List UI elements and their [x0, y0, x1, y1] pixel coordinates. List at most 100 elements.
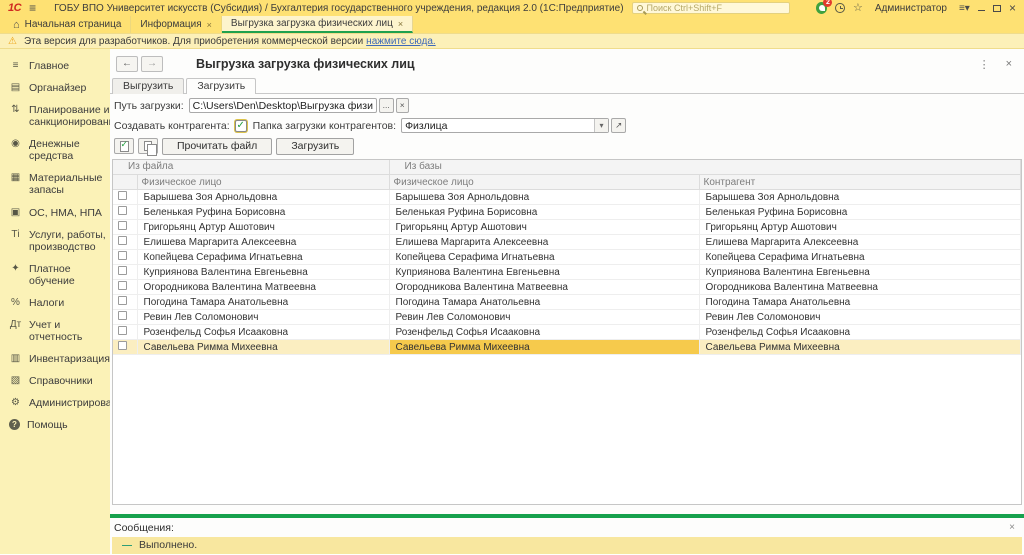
global-search[interactable]	[631, 2, 791, 14]
row-checkbox[interactable]	[118, 311, 127, 321]
table-row[interactable]: Погодина Тамара Анатольевна Погодина Тама…	[113, 294, 1021, 311]
cell-from-base[interactable]: Беленькая Руфина Борисовна	[389, 204, 700, 221]
tab-home[interactable]: ⌂ Начальная страница	[4, 16, 132, 33]
cell-from-base[interactable]: Григорьянц Артур Ашотович	[389, 219, 700, 236]
column-header-flag[interactable]	[113, 174, 138, 191]
column-header-contractor[interactable]: Контрагент	[699, 174, 1021, 191]
cell-from-base[interactable]: Огородникова Валентина Матвеевна	[389, 279, 700, 296]
cell-from-file[interactable]: Ревин Лев Соломонович	[137, 309, 390, 326]
group-header-from-base[interactable]: Из базы	[389, 159, 1021, 176]
column-header-person-base[interactable]: Физическое лицо	[389, 174, 700, 191]
table-row[interactable]: Ревин Лев Соломонович Ревин Лев Соломонов…	[113, 309, 1021, 326]
browse-button[interactable]: ...	[378, 98, 394, 114]
search-input[interactable]	[646, 3, 786, 13]
load-button[interactable]: Загрузить	[276, 137, 355, 155]
table-row[interactable]: Савельева Римма Михеевна Савельева Римма …	[113, 339, 1021, 356]
read-file-button[interactable]: Прочитать файл	[162, 137, 273, 155]
sidebar-item[interactable]: ▧ Справочники	[0, 370, 110, 392]
cell-from-base[interactable]: Елишева Маргарита Алексеевна	[389, 234, 700, 251]
cell-from-file[interactable]: Копейцева Серафима Игнатьевна	[137, 249, 390, 266]
form-close-icon[interactable]: ×	[1006, 58, 1012, 70]
cell-from-file[interactable]: Огородникова Валентина Матвеевна	[137, 279, 390, 296]
sidebar-item[interactable]: ≡ Главное	[0, 55, 110, 77]
back-button[interactable]: ←	[116, 56, 138, 73]
table-row[interactable]: Беленькая Руфина Борисовна Беленькая Руфи…	[113, 204, 1021, 221]
minimize-button[interactable]	[977, 10, 986, 11]
table-row[interactable]: Копейцева Серафима Игнатьевна Копейцева С…	[113, 249, 1021, 266]
path-input[interactable]	[188, 98, 377, 114]
group-header-from-file[interactable]: Из файла	[113, 159, 390, 176]
service-menu-icon[interactable]: ≡▾	[959, 3, 970, 14]
tab-close-icon[interactable]: ×	[398, 19, 403, 29]
tab-person-export[interactable]: Выгрузка загрузка физических лиц ×	[221, 16, 414, 33]
cell-from-base[interactable]: Савельева Римма Михеевна	[389, 339, 700, 356]
close-button[interactable]: ×	[1009, 2, 1016, 14]
sidebar-item[interactable]: Тi Услуги, работы, производство	[0, 224, 110, 258]
cell-contractor[interactable]: Куприянова Валентина Евгеньевна	[699, 264, 1021, 281]
cell-from-base[interactable]: Копейцева Серафима Игнатьевна	[389, 249, 700, 266]
check-all-button[interactable]: ✓	[114, 138, 134, 155]
sidebar-item[interactable]: ✦ Платное обучение	[0, 258, 110, 292]
row-checkbox[interactable]	[118, 251, 127, 261]
dropdown-icon[interactable]: ▾	[594, 119, 609, 133]
cell-from-base[interactable]: Куприянова Валентина Евгеньевна	[389, 264, 700, 281]
history-icon[interactable]	[835, 3, 845, 13]
cell-from-base[interactable]: Погодина Тамара Анатольевна	[389, 294, 700, 311]
sidebar-item[interactable]: ◉ Денежные средства	[0, 133, 110, 167]
column-header-person-file[interactable]: Физическое лицо	[137, 174, 390, 191]
table-row[interactable]: Куприянова Валентина Евгеньевна Куприянов…	[113, 264, 1021, 281]
sidebar-item[interactable]: ? Помощь	[0, 414, 110, 436]
row-checkbox[interactable]	[118, 341, 127, 351]
row-checkbox[interactable]	[118, 296, 127, 306]
cell-from-base[interactable]: Ревин Лев Соломонович	[389, 309, 700, 326]
message-item[interactable]: — Выполнено.	[112, 536, 1022, 554]
row-checkbox[interactable]	[118, 326, 127, 336]
cell-from-file[interactable]: Розенфельд Софья Исааковна	[137, 324, 390, 341]
tab-close-icon[interactable]: ×	[207, 20, 212, 30]
cell-from-file[interactable]: Григорьянц Артур Ашотович	[137, 219, 390, 236]
table-row[interactable]: Розенфельд Софья Исааковна Розенфельд Соф…	[113, 324, 1021, 341]
main-menu-icon[interactable]: ≡	[29, 1, 36, 15]
table-row[interactable]: Огородникова Валентина Матвеевна Огородни…	[113, 279, 1021, 296]
favorites-icon[interactable]: ☆	[853, 2, 863, 14]
cell-contractor[interactable]: Григорьянц Артур Ашотович	[699, 219, 1021, 236]
table-row[interactable]: Барышева Зоя Арнольдовна Барышева Зоя Арн…	[113, 189, 1021, 206]
cell-from-file[interactable]: Барышева Зоя Арнольдовна	[137, 189, 390, 206]
row-checkbox[interactable]	[118, 236, 127, 246]
cell-contractor[interactable]: Ревин Лев Соломонович	[699, 309, 1021, 326]
purchase-link[interactable]: нажмите сюда.	[366, 36, 436, 47]
messages-close-icon[interactable]: ×	[1009, 522, 1015, 533]
sidebar-item[interactable]: ▣ ОС, НМА, НПА	[0, 202, 110, 224]
sidebar-item[interactable]: ⚙ Администрирование	[0, 392, 129, 414]
create-contractor-checkbox[interactable]: ✓	[234, 119, 247, 132]
row-checkbox[interactable]	[118, 191, 127, 201]
cell-from-file[interactable]: Погодина Тамара Анатольевна	[137, 294, 390, 311]
cell-from-base[interactable]: Розенфельд Софья Исааковна	[389, 324, 700, 341]
table-row[interactable]: Григорьянц Артур Ашотович Григорьянц Арту…	[113, 219, 1021, 236]
cell-from-file[interactable]: Беленькая Руфина Борисовна	[137, 204, 390, 221]
sidebar-item[interactable]: ▦ Материальные запасы	[0, 167, 110, 201]
cell-contractor[interactable]: Барышева Зоя Арнольдовна	[699, 189, 1021, 206]
open-folder-button[interactable]: ↗	[611, 118, 627, 134]
cell-contractor[interactable]: Погодина Тамара Анатольевна	[699, 294, 1021, 311]
tab-export[interactable]: Выгрузить	[112, 77, 185, 94]
cell-contractor[interactable]: Елишева Маргарита Алексеевна	[699, 234, 1021, 251]
contractor-folder-field[interactable]: Физлица ▾	[401, 118, 610, 134]
table-row[interactable]: Елишева Маргарита Алексеевна Елишева Марг…	[113, 234, 1021, 251]
forward-button[interactable]: →	[141, 56, 163, 73]
row-checkbox[interactable]	[118, 281, 127, 291]
sidebar-item[interactable]: ⇅ Планирование и санкционирование	[0, 99, 120, 133]
row-checkbox[interactable]	[118, 221, 127, 231]
sidebar-item[interactable]: ▤ Органайзер	[0, 77, 110, 99]
tab-import[interactable]: Загрузить	[186, 77, 257, 94]
sidebar-item[interactable]: % Налоги	[0, 292, 110, 314]
uncheck-all-button[interactable]	[138, 138, 158, 157]
notifications-icon[interactable]: 2	[816, 0, 833, 14]
cell-from-file[interactable]: Елишева Маргарита Алексеевна	[137, 234, 390, 251]
row-checkbox[interactable]	[118, 266, 127, 276]
sidebar-item[interactable]: ▥ Инвентаризация	[0, 348, 110, 370]
cell-from-base[interactable]: Барышева Зоя Арнольдовна	[389, 189, 700, 206]
clear-path-button[interactable]: ×	[395, 98, 409, 114]
restore-button[interactable]	[993, 4, 1001, 12]
cell-from-file[interactable]: Куприянова Валентина Евгеньевна	[137, 264, 390, 281]
